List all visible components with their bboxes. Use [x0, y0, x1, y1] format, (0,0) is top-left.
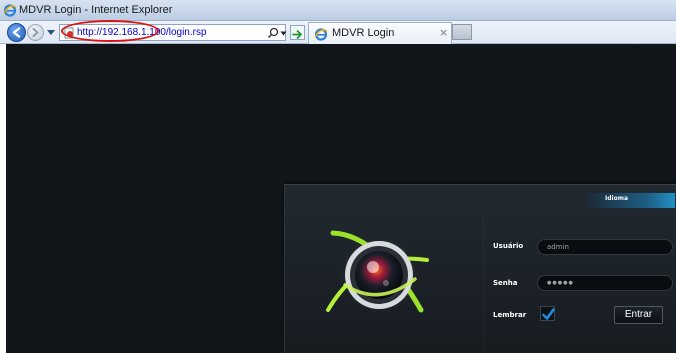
go-button[interactable] [290, 25, 305, 40]
enter-button[interactable]: Entrar [614, 306, 663, 324]
page-content: Idioma Usuário admin Senha ●●●●● Lembrar… [6, 44, 676, 353]
internet-explorer-icon [314, 28, 328, 41]
tab-mdvr-login[interactable]: MDVR Login × [308, 22, 452, 44]
navigation-bar: http://192.168.1.100/login.rsp MDVR Logi… [0, 20, 676, 44]
new-tab-button[interactable] [452, 24, 472, 40]
search-icon[interactable] [267, 27, 279, 39]
language-label[interactable]: Idioma [605, 195, 628, 202]
back-button[interactable] [7, 23, 26, 42]
internet-explorer-icon [3, 4, 17, 17]
page-icon [64, 27, 74, 39]
panel-divider [483, 215, 484, 350]
back-arrow-icon [12, 27, 21, 38]
remember-label: Lembrar [493, 311, 527, 319]
recent-pages-dropdown-icon[interactable] [46, 27, 56, 37]
tab-label: MDVR Login [332, 27, 395, 39]
window-title-bar: MDVR Login - Internet Explorer [0, 0, 676, 21]
checkmark-icon [542, 308, 555, 320]
username-label: Usuário [493, 242, 524, 250]
forward-arrow-icon [32, 28, 39, 37]
address-url[interactable]: http://192.168.1.100/login.rsp [77, 27, 207, 38]
address-bar[interactable]: http://192.168.1.100/login.rsp [59, 24, 287, 41]
forward-button[interactable] [27, 24, 44, 41]
password-field[interactable]: ●●●●● [537, 275, 673, 291]
window-title: MDVR Login - Internet Explorer [19, 4, 173, 16]
remember-checkbox[interactable] [540, 306, 555, 321]
language-selector[interactable] [585, 193, 675, 208]
password-label: Senha [493, 279, 518, 287]
go-arrow-icon [292, 30, 302, 39]
close-tab-button[interactable]: × [439, 26, 448, 39]
login-panel: Idioma Usuário admin Senha ●●●●● Lembrar… [284, 184, 676, 353]
username-field[interactable]: admin [537, 239, 673, 255]
address-dropdown-icon[interactable] [280, 28, 287, 38]
camera-lens-icon [326, 230, 429, 313]
